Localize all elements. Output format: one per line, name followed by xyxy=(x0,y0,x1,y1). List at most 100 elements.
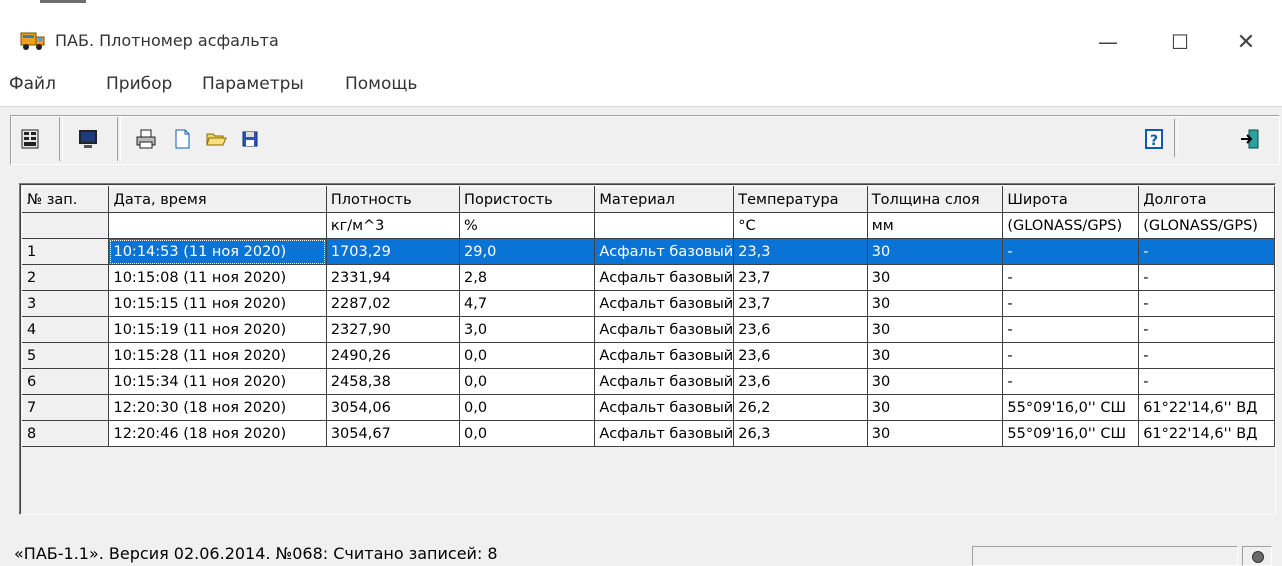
table-cell[interactable]: 26,3 xyxy=(733,420,868,447)
exit-icon[interactable] xyxy=(1232,121,1268,157)
table-cell[interactable]: 55°09'16,0'' СШ xyxy=(1002,420,1140,447)
table-cell[interactable]: 30 xyxy=(867,394,1004,421)
table-cell[interactable]: 0,0 xyxy=(459,368,596,395)
table-cell[interactable]: - xyxy=(1138,264,1275,291)
table-cell[interactable]: 3,0 xyxy=(459,316,596,343)
table-cell[interactable]: Асфальт базовый xyxy=(594,316,735,343)
column-header[interactable]: Толщина слоя xyxy=(866,186,1004,213)
table-cell[interactable]: 10:15:28 (11 ноя 2020) xyxy=(108,342,327,369)
table-cell[interactable]: 30 xyxy=(867,264,1004,291)
table-cell[interactable]: Асфальт базовый xyxy=(594,290,735,317)
table-cell[interactable]: Асфальт базовый xyxy=(594,342,735,369)
table-row[interactable]: 6 10:15:34 (11 ноя 2020) 2458,38 0,0 Асфальт… xyxy=(21,368,1275,395)
table-cell[interactable]: 3054,06 xyxy=(326,394,461,421)
table-cell[interactable]: 2287,02 xyxy=(326,290,461,317)
menu-device[interactable]: Прибор xyxy=(106,74,172,94)
row-number-cell[interactable]: 7 xyxy=(21,394,110,421)
table-cell[interactable]: 12:20:30 (18 ноя 2020) xyxy=(108,394,327,421)
table-cell[interactable]: Асфальт базовый xyxy=(594,368,735,395)
table-cell[interactable]: 26,2 xyxy=(733,394,868,421)
table-cell[interactable]: Асфальт базовый xyxy=(594,264,735,291)
table-row[interactable]: 7 12:20:30 (18 ноя 2020) 3054,06 0,0 Асфальт… xyxy=(21,394,1275,421)
table-cell[interactable]: 29,0 xyxy=(459,238,596,265)
row-number-cell[interactable]: 3 xyxy=(21,290,110,317)
table-cell[interactable]: 2458,38 xyxy=(326,368,461,395)
table-cell[interactable]: Асфальт базовый xyxy=(594,394,735,421)
table-cell[interactable]: 23,3 xyxy=(733,238,868,265)
table-cell[interactable]: - xyxy=(1002,342,1140,369)
column-header[interactable]: Широта xyxy=(1002,186,1140,213)
minimize-button[interactable]: — xyxy=(1088,24,1128,60)
row-number-cell[interactable]: 2 xyxy=(21,264,110,291)
column-header[interactable]: Материал xyxy=(594,186,735,213)
table-cell[interactable]: 0,0 xyxy=(459,394,596,421)
menu-parameters[interactable]: Параметры xyxy=(202,74,304,94)
table-cell[interactable]: Асфальт базовый xyxy=(594,420,735,447)
table-cell[interactable]: 10:15:15 (11 ноя 2020) xyxy=(108,290,327,317)
table-cell[interactable]: - xyxy=(1138,316,1275,343)
printer-icon[interactable] xyxy=(128,121,164,157)
table-cell[interactable]: 23,6 xyxy=(733,316,868,343)
table-cell[interactable]: 0,0 xyxy=(459,342,596,369)
table-cell[interactable]: Асфальт базовый xyxy=(594,238,735,265)
row-number-cell[interactable]: 1 xyxy=(21,238,110,265)
table-cell[interactable]: 10:14:53 (11 ноя 2020) xyxy=(108,238,327,265)
table-cell[interactable]: 2331,94 xyxy=(326,264,461,291)
table-cell[interactable]: 23,7 xyxy=(733,290,868,317)
table-cell[interactable]: 10:15:08 (11 ноя 2020) xyxy=(108,264,327,291)
table-cell[interactable]: 30 xyxy=(867,420,1004,447)
table-cell[interactable]: 3054,67 xyxy=(326,420,461,447)
table-row[interactable]: 1 10:14:53 (11 ноя 2020) 1703,29 29,0 Асфаль… xyxy=(21,238,1275,265)
table-row[interactable]: 3 10:15:15 (11 ноя 2020) 2287,02 4,7 Асфальт… xyxy=(21,290,1275,317)
table-cell[interactable]: - xyxy=(1002,264,1140,291)
column-header[interactable]: Дата, время xyxy=(108,186,327,213)
table-row[interactable]: 4 10:15:19 (11 ноя 2020) 2327,90 3,0 Асфальт… xyxy=(21,316,1275,343)
table-row[interactable]: 2 10:15:08 (11 ноя 2020) 2331,94 2,8 Асфальт… xyxy=(21,264,1275,291)
column-header[interactable]: Пористость xyxy=(459,186,596,213)
help-icon[interactable]: ? xyxy=(1136,121,1172,157)
table-cell[interactable]: - xyxy=(1002,290,1140,317)
table-cell[interactable]: 1703,29 xyxy=(326,238,461,265)
column-header[interactable]: Плотность xyxy=(325,186,461,213)
table-cell[interactable]: 10:15:34 (11 ноя 2020) xyxy=(108,368,327,395)
save-disk-icon[interactable] xyxy=(232,121,268,157)
menu-help[interactable]: Помощь xyxy=(345,74,417,94)
table-cell[interactable]: - xyxy=(1138,238,1275,265)
menu-file[interactable]: Файл xyxy=(9,74,56,94)
close-button[interactable]: ✕ xyxy=(1226,24,1266,60)
table-cell[interactable]: 2327,90 xyxy=(326,316,461,343)
table-cell[interactable]: 0,0 xyxy=(459,420,596,447)
table-cell[interactable]: 30 xyxy=(867,316,1004,343)
monitor-icon[interactable] xyxy=(70,121,106,157)
table-cell[interactable]: 61°22'14,6'' ВД xyxy=(1138,394,1275,421)
column-header[interactable]: № зап. xyxy=(21,186,110,213)
table-cell[interactable]: 61°22'14,6'' ВД xyxy=(1138,420,1275,447)
table-cell[interactable]: 30 xyxy=(867,368,1004,395)
table-cell[interactable]: 23,6 xyxy=(733,342,868,369)
row-number-cell[interactable]: 8 xyxy=(21,420,110,447)
maximize-button[interactable]: ☐ xyxy=(1160,24,1200,60)
table-cell[interactable]: - xyxy=(1138,342,1275,369)
table-cell[interactable]: 23,7 xyxy=(733,264,868,291)
column-header[interactable]: Долгота xyxy=(1138,186,1275,213)
table-row[interactable]: 5 10:15:28 (11 ноя 2020) 2490,26 0,0 Асфальт… xyxy=(21,342,1275,369)
table-cell[interactable]: 2490,26 xyxy=(326,342,461,369)
table-cell[interactable]: - xyxy=(1002,238,1140,265)
device-icon[interactable] xyxy=(12,121,48,157)
table-cell[interactable]: - xyxy=(1002,316,1140,343)
records-grid[interactable]: № зап. Дата, время Плотность Пористость Мате… xyxy=(19,183,1276,515)
table-cell[interactable]: 23,6 xyxy=(733,368,868,395)
row-number-cell[interactable]: 4 xyxy=(21,316,110,343)
table-cell[interactable]: - xyxy=(1138,290,1275,317)
table-cell[interactable]: 4,7 xyxy=(459,290,596,317)
table-cell[interactable]: 30 xyxy=(867,342,1004,369)
new-document-icon[interactable] xyxy=(164,121,200,157)
table-cell[interactable]: - xyxy=(1002,368,1140,395)
table-cell[interactable]: 30 xyxy=(867,290,1004,317)
table-cell[interactable]: 30 xyxy=(867,238,1004,265)
table-cell[interactable]: 55°09'16,0'' СШ xyxy=(1002,394,1140,421)
table-cell[interactable]: - xyxy=(1138,368,1275,395)
table-cell[interactable]: 10:15:19 (11 ноя 2020) xyxy=(108,316,327,343)
table-row[interactable]: 8 12:20:46 (18 ноя 2020) 3054,67 0,0 Асфальт… xyxy=(21,420,1275,447)
column-header[interactable]: Температура xyxy=(733,186,868,213)
